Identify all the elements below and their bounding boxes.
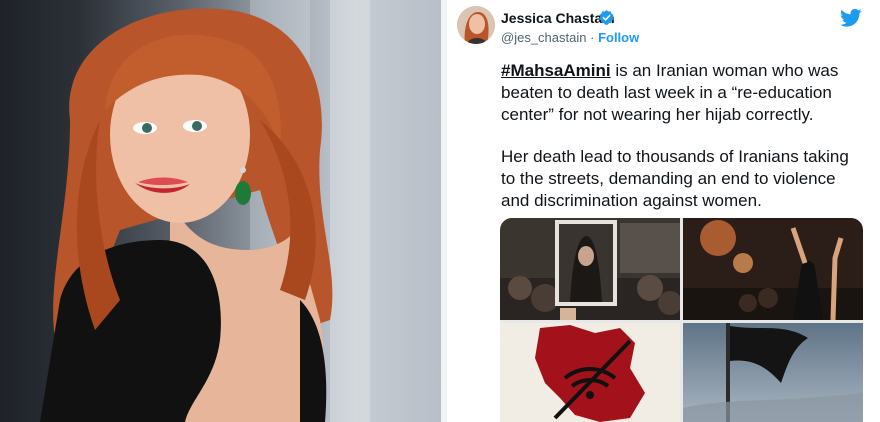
avatar-image (457, 6, 495, 44)
media-image-protest-portrait[interactable] (500, 218, 680, 320)
tweet-text: #MahsaAmini is an Iranian woman who was … (501, 60, 861, 232)
tweet-paragraph-1: #MahsaAmini is an Iranian woman who was … (501, 60, 861, 126)
handle-row: @jes_chastain · Follow (501, 30, 639, 45)
handle[interactable]: @jes_chastain (501, 30, 586, 45)
portrait-illustration (40, 0, 370, 422)
media-grid (500, 218, 863, 422)
verified-badge-icon (599, 10, 614, 25)
separator-dot: · (590, 30, 595, 45)
avatar[interactable] (457, 6, 495, 44)
follow-button[interactable]: Follow (598, 30, 639, 45)
black-flag-graphic (683, 323, 863, 422)
night-protest-graphic (683, 218, 863, 320)
twitter-bird-icon[interactable] (840, 8, 862, 28)
protest-portrait-graphic (500, 218, 680, 320)
portrait-photo (0, 0, 445, 422)
media-image-black-flag[interactable] (683, 323, 863, 422)
media-image-iran-map[interactable] (500, 323, 680, 422)
tweet-card: Jessica Chastain @jes_chastain · Follow … (447, 0, 880, 422)
hashtag-link[interactable]: #MahsaAmini (501, 61, 611, 80)
iran-map-graphic (500, 323, 680, 422)
media-image-night-protest[interactable] (683, 218, 863, 320)
tweet-paragraph-2: Her death lead to thousands of Iranians … (501, 147, 849, 210)
